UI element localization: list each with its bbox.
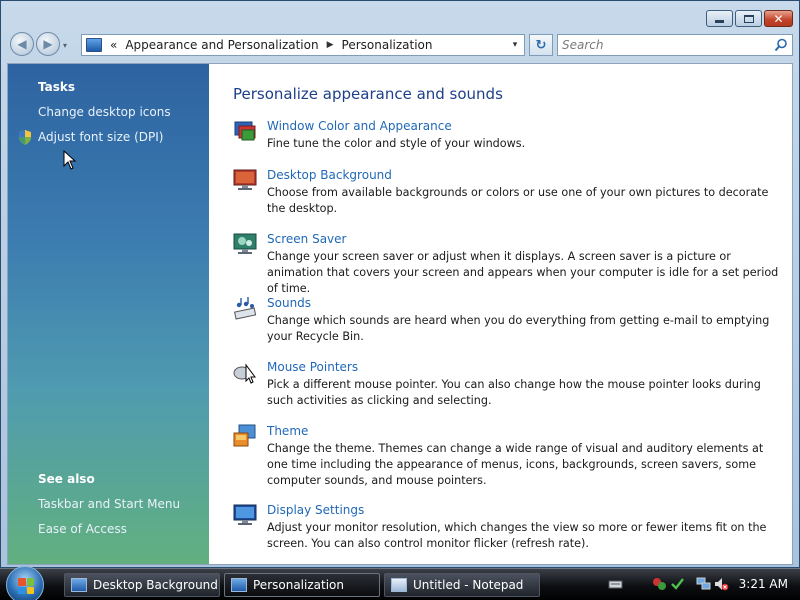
sounds-icon bbox=[234, 297, 257, 320]
navigation-bar: ◀ ▶ ▾ « Appearance and Personalization ▶… bbox=[7, 32, 793, 58]
mouse-cursor-icon bbox=[63, 150, 77, 170]
security-alert-icon[interactable] bbox=[652, 577, 667, 591]
taskbar-button-notepad[interactable]: Untitled - Notepad bbox=[384, 573, 540, 597]
item-description: Fine tune the color and style of your wi… bbox=[267, 137, 526, 150]
page-title: Personalize appearance and sounds bbox=[233, 85, 503, 103]
item-description: Change which sounds are heard when you d… bbox=[267, 314, 770, 343]
screen-saver-icon bbox=[233, 233, 257, 254]
start-button[interactable] bbox=[6, 566, 44, 600]
window-color-link[interactable]: Window Color and Appearance bbox=[267, 119, 452, 133]
minimize-icon bbox=[715, 19, 724, 23]
windows-logo-icon bbox=[18, 578, 34, 594]
taskbar-button-label: Desktop Background bbox=[93, 578, 218, 592]
clock[interactable]: 3:21 AM bbox=[739, 577, 788, 591]
see-also-ease-of-access[interactable]: Ease of Access bbox=[38, 522, 127, 536]
checkmark-shield-icon[interactable] bbox=[670, 577, 685, 591]
item-description: Change your screen saver or adjust when … bbox=[267, 250, 779, 295]
forward-button[interactable]: ▶ bbox=[36, 32, 60, 56]
caption-buttons: ✕ bbox=[706, 10, 793, 27]
display-settings-link[interactable]: Display Settings bbox=[267, 503, 364, 517]
back-button[interactable]: ◀ bbox=[10, 32, 34, 56]
desktop-background-link[interactable]: Desktop Background bbox=[267, 168, 392, 182]
title-bar[interactable]: ✕ bbox=[1, 1, 799, 31]
control-panel-icon bbox=[86, 38, 102, 52]
main-pane: Personalize appearance and sounds Window… bbox=[209, 64, 792, 564]
address-bar[interactable]: « Appearance and Personalization ▶ Perso… bbox=[81, 34, 525, 56]
breadcrumb-appearance-and-personalization[interactable]: Appearance and Personalization bbox=[125, 38, 318, 52]
forward-arrow-icon: ▶ bbox=[43, 37, 53, 51]
item-description: Pick a different mouse pointer. You can … bbox=[267, 378, 761, 407]
keyboard-icon[interactable] bbox=[608, 577, 623, 591]
volume-muted-icon[interactable] bbox=[714, 577, 729, 591]
task-pane: Tasks Change desktop icons Adjust font s… bbox=[8, 64, 209, 564]
taskbar-button-personalization[interactable]: Personalization bbox=[224, 573, 380, 597]
maximize-icon bbox=[743, 14, 754, 23]
personalization-window: ✕ ◀ ▶ ▾ « Appearance and Personalization… bbox=[0, 0, 800, 568]
network-icon[interactable] bbox=[696, 577, 711, 591]
screen-saver-link[interactable]: Screen Saver bbox=[267, 232, 346, 246]
minimize-button[interactable] bbox=[706, 10, 733, 27]
search-icon[interactable] bbox=[774, 38, 788, 52]
task-change-desktop-icons[interactable]: Change desktop icons bbox=[38, 105, 171, 119]
notification-area: 3:21 AM bbox=[600, 569, 800, 600]
address-dropdown-icon[interactable]: ▾ bbox=[506, 35, 524, 55]
item-description: Change the theme. Themes can change a wi… bbox=[267, 442, 764, 487]
maximize-button[interactable] bbox=[735, 10, 762, 27]
refresh-icon: ↻ bbox=[535, 37, 547, 53]
notepad-icon bbox=[391, 578, 407, 592]
taskbar-button-desktop-background[interactable]: Desktop Background bbox=[64, 573, 220, 597]
tasks-heading: Tasks bbox=[38, 80, 76, 94]
mouse-pointers-link[interactable]: Mouse Pointers bbox=[267, 360, 358, 374]
control-panel-icon bbox=[71, 578, 87, 592]
item-description: Choose from available backgrounds or col… bbox=[267, 186, 769, 215]
breadcrumb-overflow[interactable]: « bbox=[110, 38, 117, 52]
taskbar-button-label: Personalization bbox=[253, 578, 344, 592]
taskbar-button-label: Untitled - Notepad bbox=[413, 578, 524, 592]
sounds-link[interactable]: Sounds bbox=[267, 296, 311, 310]
taskbar: Desktop Background Personalization Untit… bbox=[0, 566, 800, 600]
desktop-background-icon bbox=[233, 169, 257, 190]
search-box bbox=[557, 34, 793, 56]
theme-link[interactable]: Theme bbox=[267, 424, 308, 438]
uac-shield-icon bbox=[19, 130, 31, 145]
item-description: Adjust your monitor resolution, which ch… bbox=[267, 521, 767, 550]
theme-icon bbox=[233, 424, 256, 447]
breadcrumb-personalization[interactable]: Personalization bbox=[342, 38, 433, 52]
see-also-heading: See also bbox=[38, 472, 95, 486]
see-also-taskbar-start-menu[interactable]: Taskbar and Start Menu bbox=[38, 497, 180, 511]
task-adjust-font-size[interactable]: Adjust font size (DPI) bbox=[38, 130, 163, 144]
breadcrumb-separator-icon[interactable]: ▶ bbox=[327, 40, 334, 50]
control-panel-icon bbox=[231, 578, 247, 592]
display-settings-icon bbox=[233, 504, 257, 525]
close-icon: ✕ bbox=[773, 11, 784, 26]
close-button[interactable]: ✕ bbox=[764, 10, 793, 27]
recent-pages-dropdown[interactable]: ▾ bbox=[63, 41, 67, 50]
content-area: Tasks Change desktop icons Adjust font s… bbox=[7, 63, 793, 565]
refresh-button[interactable]: ↻ bbox=[529, 34, 553, 56]
window-color-icon bbox=[234, 121, 256, 141]
search-input[interactable] bbox=[558, 35, 758, 55]
mouse-pointer-icon bbox=[233, 363, 256, 384]
back-arrow-icon: ◀ bbox=[17, 37, 27, 51]
